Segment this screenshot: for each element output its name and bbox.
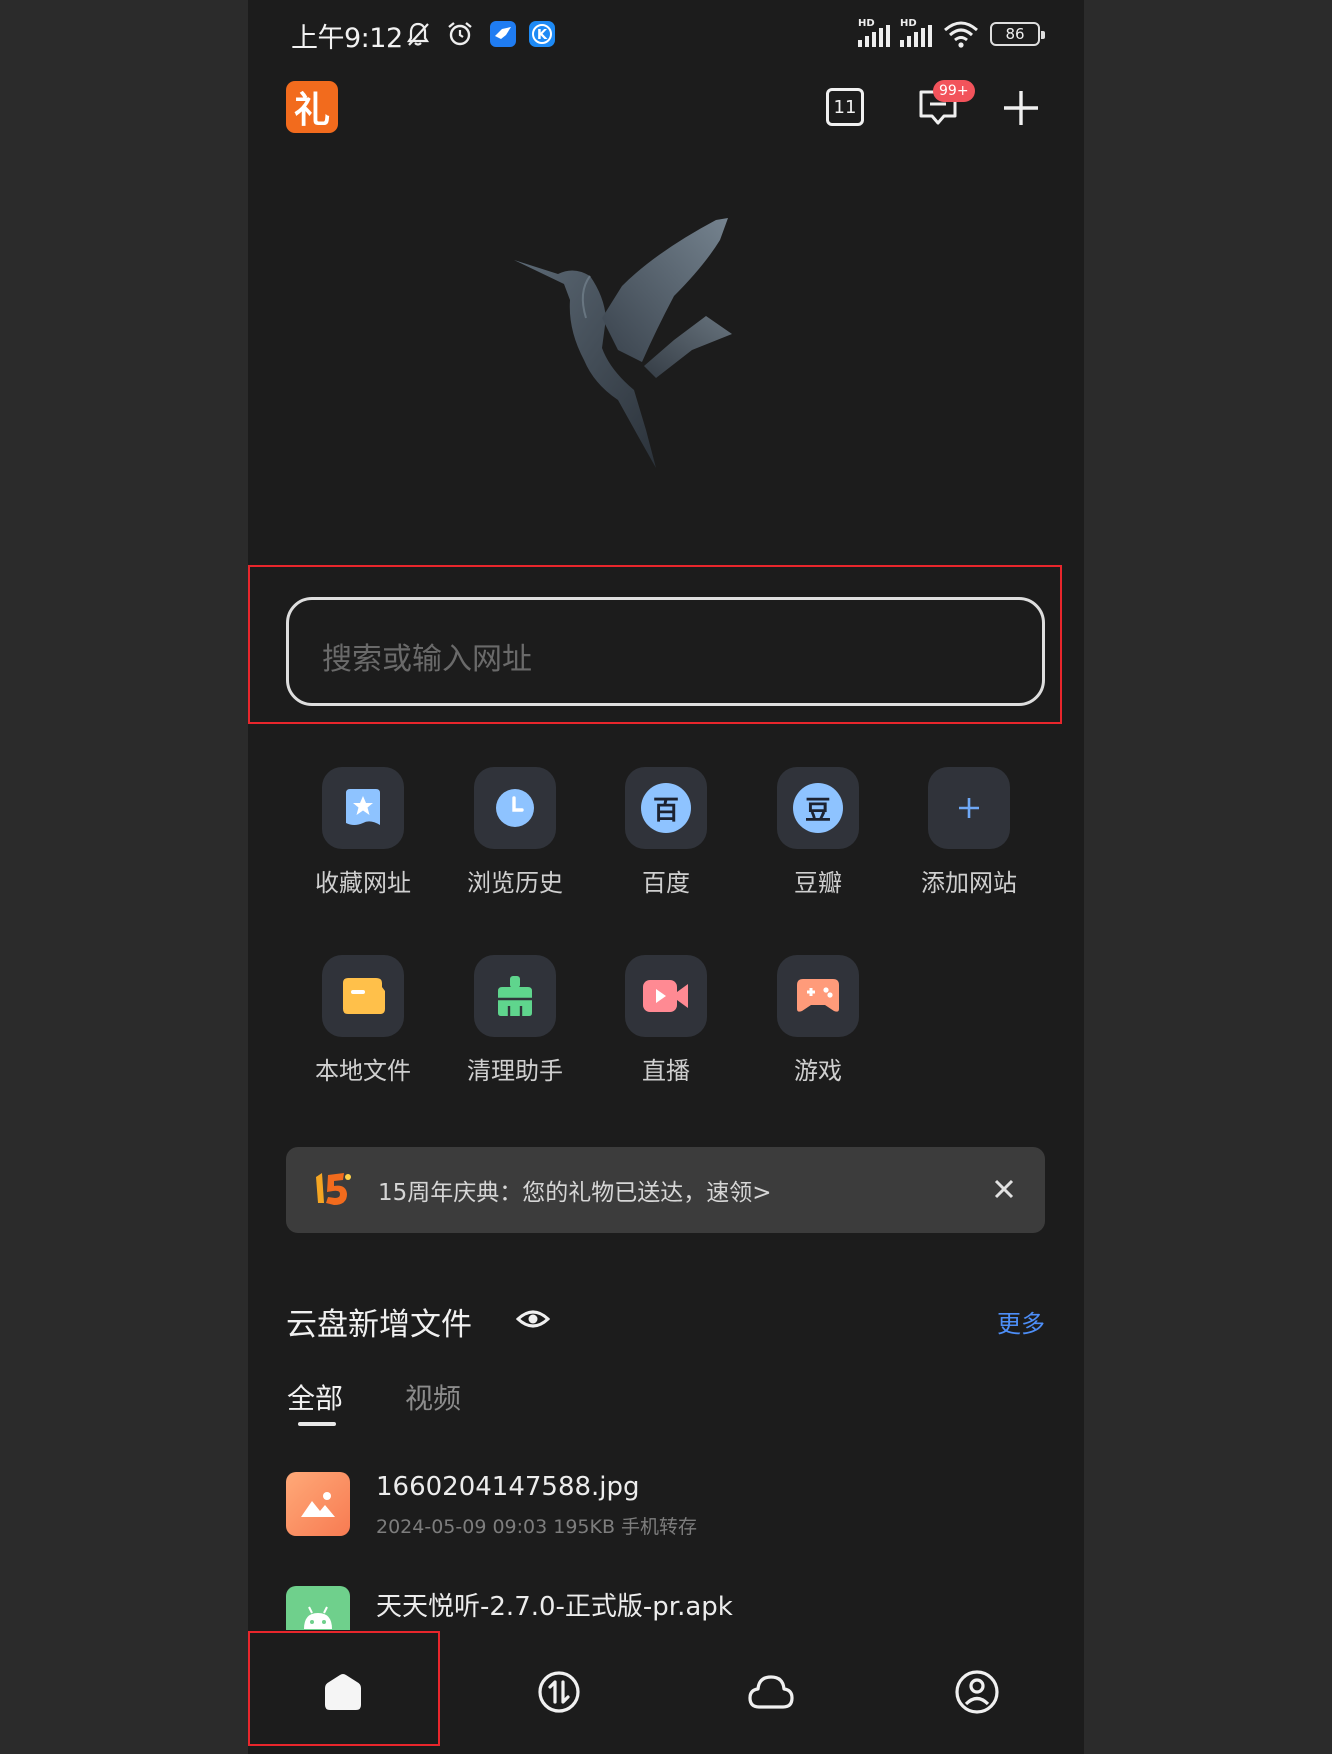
file-name: 天天悦听-2.7.0-正式版-pr.apk: [376, 1592, 733, 1622]
cloud-files-title: 云盘新增文件: [286, 1307, 472, 1343]
transfer-icon: [538, 1671, 580, 1713]
tab-video[interactable]: 视频: [405, 1377, 461, 1417]
bottom-nav: [248, 1630, 1084, 1754]
profile-icon: [955, 1670, 999, 1714]
signal-icon: HD: [900, 18, 932, 47]
douban-icon: 豆: [777, 767, 859, 849]
hummingbird-logo: [514, 218, 732, 468]
battery-icon: 86: [990, 22, 1045, 46]
file-name: 1660204147588.jpg: [376, 1472, 640, 1502]
quick-cleaner[interactable]: 清理助手: [445, 955, 585, 1086]
cloud-icon: [748, 1675, 794, 1709]
nav-transfer[interactable]: [464, 1630, 654, 1754]
bookmark-star-icon: [322, 767, 404, 849]
add-icon[interactable]: [1001, 88, 1041, 128]
message-badge: 99+: [933, 80, 975, 102]
quick-douban[interactable]: 豆 豆瓣: [748, 767, 888, 898]
signal-icon: HD: [858, 18, 890, 47]
nav-home[interactable]: [248, 1630, 438, 1754]
anniversary-15-icon: [316, 1173, 351, 1205]
more-link[interactable]: 更多: [997, 1304, 1045, 1339]
quick-local-files[interactable]: 本地文件: [293, 955, 433, 1086]
file-meta: 2024-05-09 09:03 195KB 手机转存: [376, 1516, 698, 1538]
phone-screen: 上午9:12 K HD HD 86 礼 11 99+ 搜索或输入网址 收藏网址 …: [248, 0, 1084, 1754]
status-bar: 上午9:12 K HD HD 86: [248, 0, 1084, 70]
status-time: 上午9:12: [291, 23, 403, 54]
app-notification-icon: [490, 21, 516, 47]
quick-games[interactable]: 游戏: [748, 955, 888, 1086]
promo-banner[interactable]: 15周年庆典：您的礼物已送达，速领>: [286, 1147, 1045, 1233]
broom-icon: [474, 955, 556, 1037]
home-icon: [325, 1674, 361, 1710]
nav-profile[interactable]: [882, 1630, 1072, 1754]
file-row[interactable]: 1660204147588.jpg 2024-05-09 09:03 195KB…: [286, 1472, 1046, 1552]
k-app-icon: K: [529, 21, 555, 47]
folder-icon: [322, 955, 404, 1037]
search-input[interactable]: 搜索或输入网址: [286, 597, 1045, 706]
video-camera-icon: [625, 955, 707, 1037]
svg-text:K: K: [537, 28, 548, 43]
app-logo[interactable]: 礼: [286, 81, 338, 133]
quick-baidu[interactable]: 百 百度: [596, 767, 736, 898]
plus-icon: [928, 767, 1010, 849]
search-placeholder: 搜索或输入网址: [322, 642, 532, 677]
nav-cloud[interactable]: [676, 1630, 866, 1754]
tabs-count-button[interactable]: 11: [826, 88, 864, 126]
quick-bookmarks[interactable]: 收藏网址: [293, 767, 433, 898]
status-indicators: HD HD 86: [858, 18, 1045, 50]
close-icon[interactable]: [989, 1174, 1019, 1204]
promo-text: 15周年庆典：您的礼物已送达，速领>: [378, 1180, 772, 1206]
gamepad-icon: [777, 955, 859, 1037]
tab-all[interactable]: 全部: [287, 1377, 343, 1417]
quick-history[interactable]: 浏览历史: [445, 767, 585, 898]
history-clock-icon: [474, 767, 556, 849]
eye-icon[interactable]: [516, 1304, 550, 1334]
wifi-icon: [944, 21, 978, 48]
baidu-icon: 百: [625, 767, 707, 849]
quick-add-site[interactable]: 添加网站: [899, 767, 1039, 898]
alarm-icon: [448, 22, 472, 46]
quick-live[interactable]: 直播: [596, 955, 736, 1086]
image-file-icon: [286, 1472, 350, 1536]
bell-off-icon: [406, 22, 430, 46]
tab-indicator: [298, 1422, 336, 1426]
